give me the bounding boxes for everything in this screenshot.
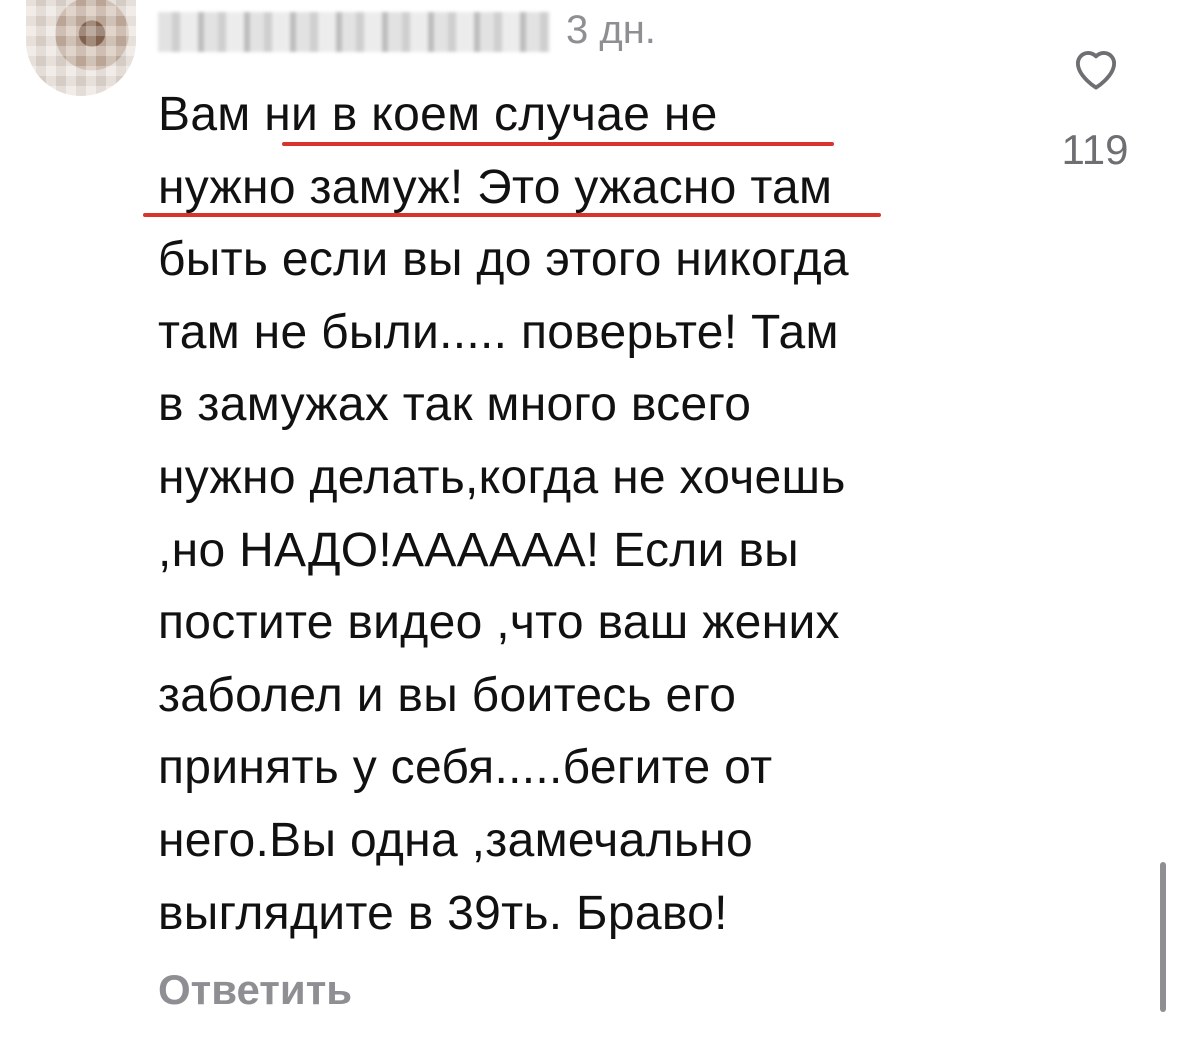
- comment-line: в замужах так много всего: [158, 378, 752, 432]
- heart-outline-icon[interactable]: [1067, 38, 1125, 96]
- comment-line: принять у себя.....бегите от: [158, 741, 773, 795]
- comment-line: быть если вы до этого никогда: [158, 233, 849, 287]
- red-underline-mark: [282, 142, 834, 146]
- reply-button[interactable]: Ответить: [158, 962, 352, 1018]
- comment-line: заболел и вы боитесь его: [158, 668, 737, 722]
- avatar[interactable]: [26, 0, 136, 96]
- comment-line: нужно делать,когда не хочешь: [158, 450, 846, 504]
- comment-line: там не были..... поверьте! Там: [158, 305, 839, 359]
- red-underline-mark: [143, 213, 881, 217]
- username-blurred[interactable]: [158, 12, 550, 52]
- comment-line: Вам ни в коем случае не: [158, 88, 718, 141]
- like-count: 119: [1061, 126, 1129, 173]
- comment-line: выглядите в 39ть. Браво!: [158, 886, 728, 940]
- comment-text: Вам ни в коем случае не нужно замуж! Это…: [158, 79, 1028, 950]
- comment-line: ,но НАДО!АААААА! Если вы: [158, 523, 799, 577]
- comment-line: него.Вы одна ,замечально: [158, 813, 753, 867]
- comment-line: постите видео ,что ваш жених: [158, 596, 840, 650]
- scrollbar[interactable]: [1160, 862, 1166, 1012]
- comment-time: 3 дн.: [566, 8, 656, 52]
